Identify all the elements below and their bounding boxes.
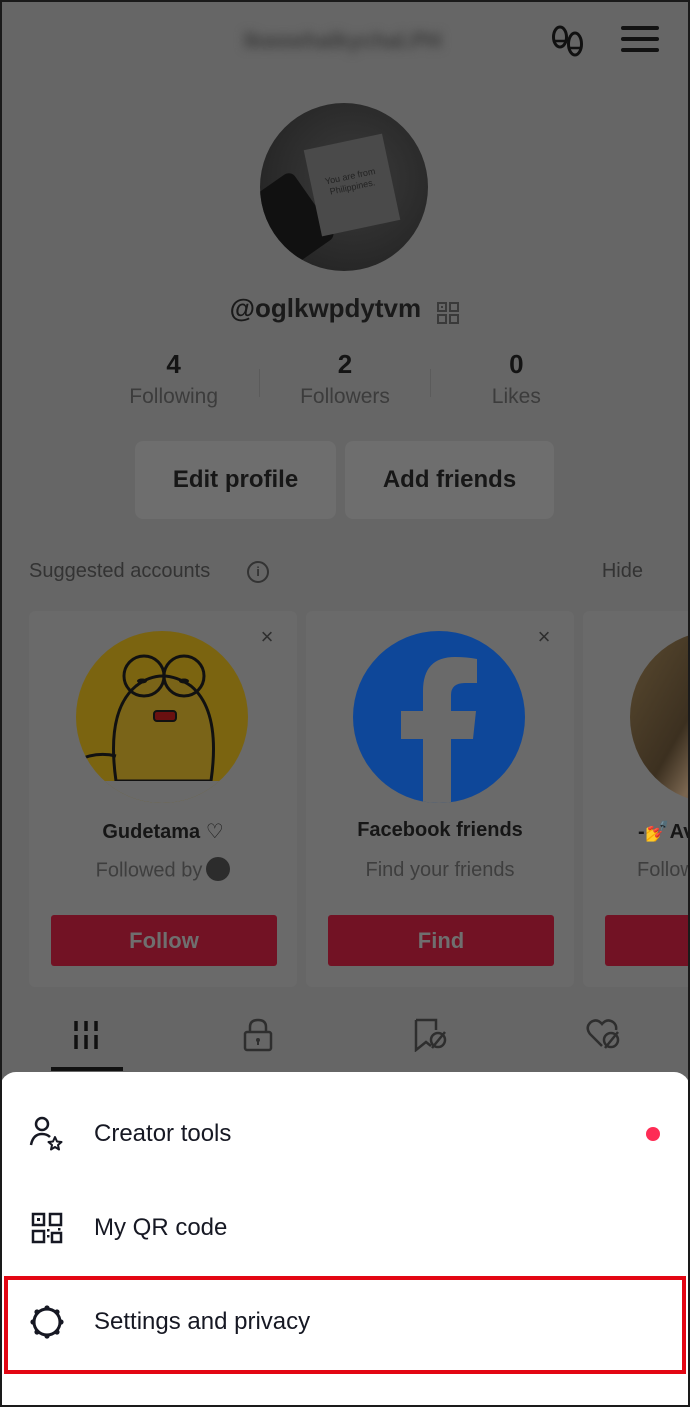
follow-button[interactable]: Follow <box>51 915 277 966</box>
stat-label: Followers <box>300 385 390 408</box>
close-icon[interactable]: × <box>255 625 279 649</box>
close-icon[interactable]: × <box>532 625 556 649</box>
top-bar: lkwoehalkychal.PH <box>0 0 690 84</box>
active-tab-indicator <box>51 1067 123 1071</box>
settings-icon <box>28 1303 66 1341</box>
menu-item-settings-and-privacy[interactable]: Settings and privacy <box>0 1275 690 1369</box>
account-name: -💅Av <box>638 821 690 843</box>
profile-avatar[interactable]: You are from Philippines. <box>260 103 428 271</box>
creator-tools-icon <box>28 1115 66 1153</box>
suggested-accounts-title: Suggested accounts <box>29 560 211 582</box>
suggested-account-card: × Gudetama ♡ Followed by Follow <box>29 611 297 987</box>
stat-following[interactable]: 4 Following <box>88 345 259 425</box>
grid-icon <box>71 1019 101 1056</box>
notification-badge <box>646 1127 660 1141</box>
account-avatar[interactable] <box>630 631 690 803</box>
followed-by-label: Followed by <box>95 859 203 882</box>
username: @oglkwpdytvm <box>229 293 422 323</box>
avatar-paper-text: You are from Philippines. <box>303 133 401 237</box>
account-name: Facebook friends <box>357 819 523 841</box>
profile-tabs <box>0 1004 690 1072</box>
menu-item-label: Creator tools <box>94 1120 232 1147</box>
stat-value: 4 <box>166 349 181 379</box>
menu-item-my-qr-code[interactable]: My QR code <box>0 1181 690 1275</box>
find-button[interactable]: Find <box>328 915 554 966</box>
stat-value: 0 <box>509 349 524 379</box>
account-name: Gudetama ♡ <box>102 821 224 843</box>
account-subtitle: Followed by <box>29 857 297 883</box>
suggested-accounts-header: Suggested accounts i Hide <box>29 556 669 590</box>
stat-followers[interactable]: 2 Followers <box>259 345 430 425</box>
suggested-account-card: × Facebook friends Find your friends Fin… <box>306 611 574 987</box>
hide-suggestions-button[interactable]: Hide <box>602 560 643 583</box>
suggested-account-card: -💅Av Follow F <box>583 611 690 987</box>
facebook-logo-icon[interactable] <box>353 631 525 803</box>
qr-code-icon <box>28 1209 66 1247</box>
follow-button[interactable]: F <box>605 915 690 966</box>
profile-menu-sheet: Creator tools My QR code Settings and pr… <box>0 1072 690 1407</box>
qr-code-icon[interactable] <box>436 296 460 325</box>
menu-item-label: Settings and privacy <box>94 1308 311 1335</box>
stat-likes[interactable]: 0 Likes <box>431 345 602 425</box>
menu-item-label: My QR code <box>94 1214 228 1241</box>
gudetama-avatar[interactable] <box>76 631 248 803</box>
profile-stats: 4 Following 2 Followers 0 Likes <box>88 345 602 425</box>
tab-private[interactable] <box>172 1004 344 1070</box>
tab-favorites[interactable] <box>345 1004 517 1070</box>
account-subtitle: Find your friends <box>365 859 515 881</box>
username-row: @oglkwpdytvm <box>0 288 690 328</box>
stat-label: Following <box>129 385 219 408</box>
account-switcher[interactable]: lkwoehalkychal.PH <box>200 26 485 56</box>
tab-videos[interactable] <box>0 1004 172 1070</box>
stat-divider <box>430 369 431 397</box>
account-subtitle: Follow <box>637 859 690 881</box>
footprint-icon[interactable] <box>548 24 588 60</box>
stat-label: Likes <box>491 385 541 408</box>
tab-liked[interactable] <box>518 1004 690 1070</box>
stat-divider <box>259 369 260 397</box>
menu-item-creator-tools[interactable]: Creator tools <box>0 1087 690 1181</box>
stat-value: 2 <box>337 349 353 379</box>
follower-mini-avatar <box>206 857 231 881</box>
edit-profile-button[interactable]: Edit profile <box>135 441 336 519</box>
bookmark-hidden-icon <box>413 1018 449 1057</box>
lock-icon <box>243 1018 273 1057</box>
heart-hidden-icon <box>586 1018 622 1057</box>
hamburger-menu-icon[interactable] <box>621 26 659 56</box>
info-icon[interactable]: i <box>247 561 269 583</box>
add-friends-button[interactable]: Add friends <box>345 441 554 519</box>
